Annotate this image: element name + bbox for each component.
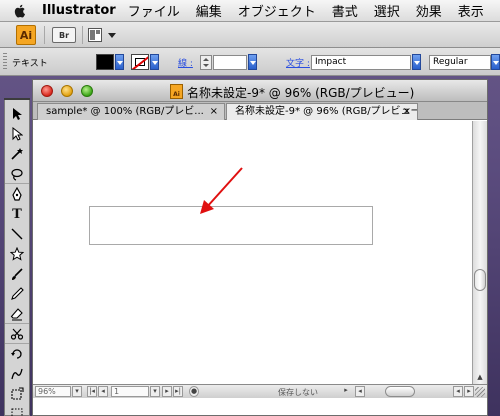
window-resize-grip[interactable] [475, 387, 485, 397]
direct-selection-tool-icon[interactable] [5, 124, 29, 144]
minimize-window-button[interactable] [61, 85, 73, 97]
previous-artboard-icon[interactable]: ◂ [98, 386, 108, 397]
font-style-dropdown-icon[interactable] [491, 54, 500, 70]
type-tool-icon[interactable]: T [5, 204, 29, 224]
tab-untitled-9[interactable]: 名称未設定-9* @ 96% (RGB/プレビュー) × [226, 103, 418, 120]
close-tab-icon[interactable]: × [403, 104, 411, 120]
status-menu-arrow-icon[interactable]: ▸ [341, 386, 351, 397]
vertical-scroll-thumb[interactable] [474, 269, 486, 291]
arrange-documents-button[interactable] [88, 28, 102, 42]
font-family-field[interactable]: Impact [311, 55, 411, 70]
stroke-panel-link[interactable]: 線 : [178, 56, 193, 69]
stroke-weight-stepper[interactable] [200, 55, 212, 70]
pen-tool-icon[interactable] [5, 184, 29, 204]
red-arrow-annotation-icon [200, 167, 243, 214]
go-to-bridge-button[interactable]: Br [52, 27, 76, 43]
app-menu[interactable]: Illustrator [42, 3, 116, 18]
symbol-sprayer-tool-icon[interactable] [5, 404, 29, 416]
divider [82, 26, 83, 44]
zoom-level-field[interactable]: 96% [35, 386, 71, 397]
close-tab-icon[interactable]: × [210, 104, 218, 120]
font-family-dropdown-icon[interactable] [412, 54, 421, 70]
version-cue-icon[interactable]: ● [189, 386, 199, 397]
document-tabs: sample* @ 100% (RGB/プレビ... × 名称未設定-9* @ … [33, 102, 487, 120]
character-panel-link[interactable]: 文字 : [286, 56, 310, 69]
pencil-tool-icon[interactable] [5, 284, 29, 304]
save-status-text: 保存しない [278, 388, 318, 397]
eraser-tool-icon[interactable] [5, 304, 29, 324]
menu-edit[interactable]: 編集 [196, 1, 222, 20]
scroll-up-icon[interactable]: ▲ [474, 371, 486, 382]
menu-type[interactable]: 書式 [332, 1, 358, 20]
menu-bar: Illustrator ファイル 編集 オブジェクト 書式 選択 効果 表示 [0, 0, 500, 22]
horizontal-scroll-thumb[interactable] [385, 386, 415, 397]
selection-tool-icon[interactable] [5, 104, 29, 124]
last-artboard-icon[interactable]: ▸| [173, 386, 183, 397]
next-artboard-icon[interactable]: ▸ [162, 386, 172, 397]
first-artboard-icon[interactable]: |◂ [87, 386, 97, 397]
fill-dropdown-icon[interactable] [115, 54, 124, 70]
window-title: 名称未設定-9* @ 96% (RGB/プレビュー) [187, 86, 415, 100]
close-window-button[interactable] [41, 85, 53, 97]
document-window: Ai 名称未設定-9* @ 96% (RGB/プレビュー) sample* @ … [32, 79, 488, 416]
selection-type-label: テキスト [12, 59, 48, 69]
artboard-dropdown-icon[interactable]: ▾ [150, 386, 160, 397]
warp-tool-icon[interactable] [5, 364, 29, 384]
menu-effect[interactable]: 効果 [416, 1, 442, 20]
lasso-tool-icon[interactable] [5, 164, 29, 184]
tab-label: 名称未設定-9* @ 96% (RGB/プレビュー) [235, 106, 418, 117]
application-bar: Ai Br [0, 22, 500, 48]
menu-select[interactable]: 選択 [374, 1, 400, 20]
divider [44, 26, 45, 44]
fill-color-swatch[interactable] [96, 54, 114, 70]
menu-object[interactable]: オブジェクト [238, 1, 316, 20]
scroll-left-icon[interactable]: ◂ [355, 386, 365, 397]
artboard-number-field[interactable]: 1 [111, 386, 149, 397]
menu-view[interactable]: 表示 [458, 1, 484, 20]
document-icon: Ai [170, 84, 183, 99]
artboard-canvas[interactable] [45, 122, 471, 384]
window-title-bar[interactable]: Ai 名称未設定-9* @ 96% (RGB/プレビュー) [33, 80, 487, 102]
scissors-tool-icon[interactable] [5, 324, 29, 344]
stroke-color-swatch[interactable] [131, 54, 149, 70]
zoom-dropdown-icon[interactable]: ▾ [72, 386, 82, 397]
scroll-right-icon[interactable]: ▸ [464, 386, 474, 397]
font-style-field[interactable]: Regular [429, 55, 491, 70]
tab-sample[interactable]: sample* @ 100% (RGB/プレビ... × [37, 103, 225, 120]
apple-menu-icon[interactable] [12, 3, 28, 19]
scroll-left-small-icon[interactable]: ◂ [453, 386, 463, 397]
arrange-documents-dropdown-icon[interactable] [108, 33, 116, 38]
star-tool-icon[interactable] [5, 244, 29, 264]
status-bar: 96% ▾ |◂ ◂ 1 ▾ ▸ ▸| ● 保存しない ▸ ◂ ◂ ▸ [33, 384, 487, 398]
line-segment-tool-icon[interactable] [5, 224, 29, 244]
magic-wand-tool-icon[interactable] [5, 144, 29, 164]
tools-panel: T [4, 100, 30, 416]
zoom-window-button[interactable] [81, 85, 93, 97]
rotate-tool-icon[interactable] [5, 344, 29, 364]
stroke-dropdown-icon[interactable] [150, 54, 159, 70]
paintbrush-tool-icon[interactable] [5, 264, 29, 284]
menu-file[interactable]: ファイル [128, 1, 180, 20]
free-transform-tool-icon[interactable] [5, 384, 29, 404]
vertical-scrollbar[interactable]: ▲ ▼ [472, 121, 487, 394]
stroke-weight-dropdown-icon[interactable] [248, 54, 257, 70]
panel-grip[interactable] [3, 53, 7, 71]
stroke-weight-field[interactable] [213, 55, 247, 70]
illustrator-logo-icon: Ai [16, 25, 36, 45]
tab-label: sample* @ 100% (RGB/プレビ... [46, 106, 204, 117]
